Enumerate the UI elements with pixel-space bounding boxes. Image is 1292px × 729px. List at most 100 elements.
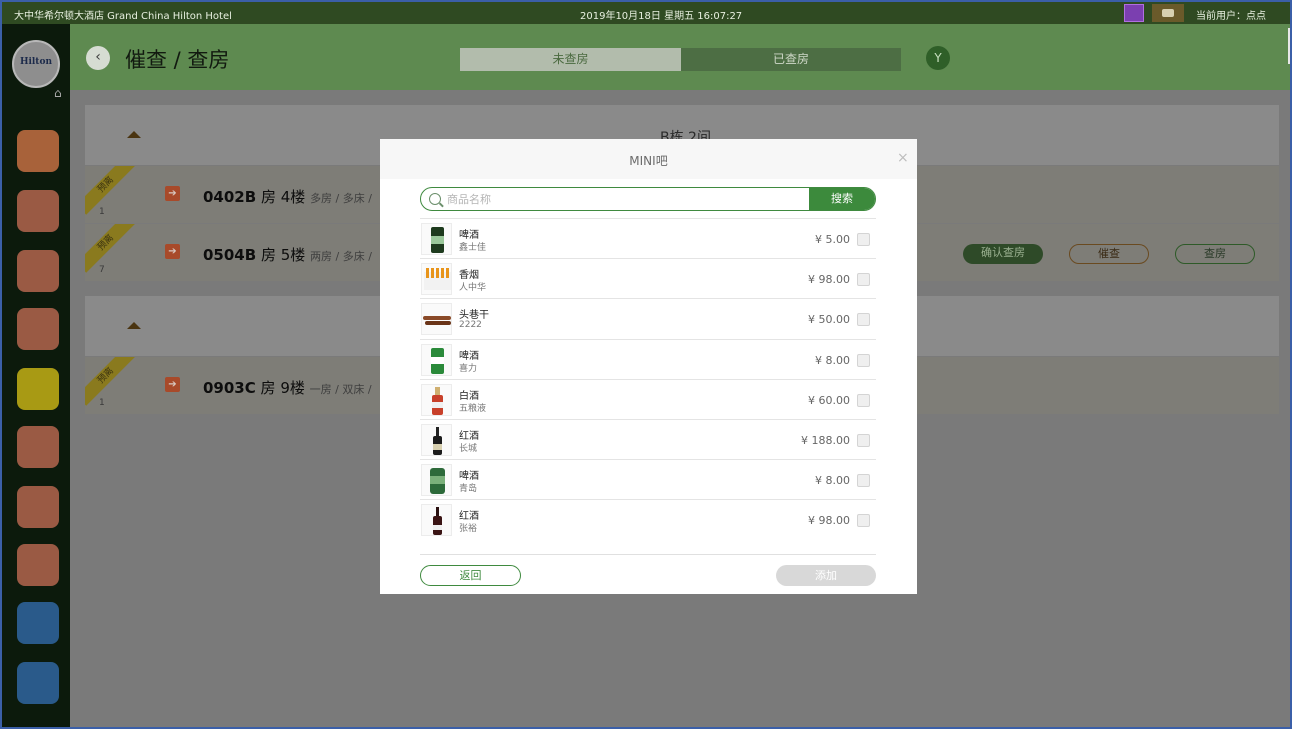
product-price: ¥ 98.00 bbox=[808, 273, 850, 287]
search-icon[interactable] bbox=[17, 130, 59, 172]
product-list: 啤酒 鑫士佳 ¥ 5.00 香烟 人中华 ¥ 98.00 头巷干 2222 ¥ 50.00 啤酒喜… bbox=[420, 218, 876, 540]
room-number: 0903C 房 9楼 一房 / 双床 / bbox=[203, 379, 372, 397]
product-checkbox[interactable] bbox=[857, 433, 870, 447]
lock-house-icon[interactable] bbox=[17, 250, 59, 292]
edit-icon[interactable] bbox=[17, 662, 59, 704]
status-ribbon: 预离 bbox=[85, 166, 137, 218]
room-number: 0402B 房 4楼 多房 / 多床 / bbox=[203, 188, 372, 206]
hilton-logo: Hilton bbox=[12, 40, 60, 88]
product-name: 红酒 bbox=[459, 430, 479, 442]
sidebar: Hilton ⌂ bbox=[2, 24, 70, 727]
refresh-clock-icon[interactable] bbox=[17, 368, 59, 410]
dialog-title: MINI吧 bbox=[629, 154, 668, 168]
product-checkbox[interactable] bbox=[857, 474, 870, 488]
staff-icon[interactable] bbox=[17, 602, 59, 644]
product-checkbox[interactable] bbox=[857, 273, 870, 287]
product-thumbnail bbox=[421, 383, 452, 416]
product-item[interactable]: 啤酒 鑫士佳 ¥ 5.00 bbox=[420, 218, 876, 258]
product-price: ¥ 50.00 bbox=[808, 313, 850, 327]
row-count: 1 bbox=[99, 207, 105, 217]
room-number: 0504B 房 5楼 两房 / 多床 / bbox=[203, 246, 372, 264]
scan-icon[interactable] bbox=[1124, 4, 1144, 22]
product-brand: 2222 bbox=[459, 320, 482, 331]
product-item[interactable]: 啤酒 青岛 ¥ 8.00 bbox=[420, 459, 876, 499]
row-count: 7 bbox=[99, 265, 105, 275]
product-name: 香烟 bbox=[459, 270, 479, 282]
hotel-name: 大中华希尔顿大酒店 Grand China Hilton Hotel bbox=[14, 11, 232, 22]
product-item[interactable]: 啤酒 喜力 ¥ 8.00 bbox=[420, 338, 876, 379]
system-bar: 大中华希尔顿大酒店 Grand China Hilton Hotel 2019年… bbox=[2, 2, 1290, 24]
back-button[interactable]: ‹ bbox=[86, 46, 110, 70]
close-icon[interactable]: × bbox=[897, 150, 909, 166]
product-name: 红酒 bbox=[459, 511, 479, 523]
product-price: ¥ 8.00 bbox=[815, 353, 850, 367]
product-item[interactable]: 红酒 张裕 ¥ 98.00 bbox=[420, 499, 876, 539]
product-name: 白酒 bbox=[459, 390, 479, 402]
product-item[interactable]: 头巷干 2222 ¥ 50.00 bbox=[420, 298, 876, 338]
page-title: 催查 / 查房 bbox=[125, 48, 230, 72]
tab-switch: 未查房 已查房 bbox=[460, 48, 901, 71]
product-price: ¥ 8.00 bbox=[815, 474, 850, 488]
home-icon[interactable]: ⌂ bbox=[54, 86, 62, 100]
current-user: 当前用户：点点 bbox=[1196, 11, 1266, 22]
dialog-header: MINI吧 × bbox=[380, 139, 917, 179]
message-icon[interactable] bbox=[1152, 4, 1184, 22]
divider bbox=[420, 554, 876, 555]
search-input[interactable] bbox=[447, 188, 809, 210]
product-thumbnail bbox=[421, 464, 452, 497]
product-brand: 五粮液 bbox=[459, 403, 487, 414]
check-room-button[interactable]: 查房 bbox=[1175, 244, 1255, 264]
product-checkbox[interactable] bbox=[857, 514, 870, 528]
product-thumbnail bbox=[421, 504, 452, 537]
product-checkbox[interactable] bbox=[857, 313, 870, 327]
product-brand: 青岛 bbox=[459, 484, 478, 495]
product-brand: 喜力 bbox=[459, 363, 478, 374]
product-price: ¥ 188.00 bbox=[801, 433, 850, 447]
product-brand: 长城 bbox=[459, 443, 478, 454]
product-brand: 鑫士佳 bbox=[459, 243, 487, 253]
card-reader-icon[interactable] bbox=[17, 308, 59, 350]
status-ribbon: 预离 bbox=[85, 357, 137, 409]
app-window: 大中华希尔顿大酒店 Grand China Hilton Hotel 2019年… bbox=[0, 0, 1292, 729]
collapse-caret-icon[interactable] bbox=[127, 322, 141, 329]
product-price: ¥ 5.00 bbox=[815, 233, 850, 246]
product-brand: 人中华 bbox=[459, 283, 487, 294]
scrollbar[interactable] bbox=[1288, 28, 1290, 64]
checklist-icon[interactable] bbox=[17, 426, 59, 468]
product-item[interactable]: 香烟 人中华 ¥ 98.00 bbox=[420, 258, 876, 298]
search-button[interactable]: 搜索 bbox=[809, 188, 875, 210]
minibar-dialog: MINI吧 × 搜索 啤酒 鑫士佳 ¥ 5.00 香烟人中华 ¥ 98.00 头巷干222… bbox=[380, 139, 917, 594]
search-icon bbox=[429, 193, 441, 205]
page-header: ‹ 催查 / 查房 未查房 已查房 Y bbox=[70, 24, 1290, 90]
status-ribbon: 预离 bbox=[85, 224, 137, 276]
search-bar: 搜索 bbox=[420, 187, 876, 211]
product-price: ¥ 60.00 bbox=[808, 393, 850, 407]
product-checkbox[interactable] bbox=[857, 353, 870, 367]
tab-unchecked[interactable]: 未查房 bbox=[460, 48, 681, 71]
product-item[interactable]: 红酒 长城 ¥ 188.00 bbox=[420, 418, 876, 459]
product-checkbox[interactable] bbox=[857, 393, 870, 407]
tab-checked[interactable]: 已查房 bbox=[681, 48, 901, 71]
product-thumbnail bbox=[421, 263, 452, 296]
product-name: 头巷干 bbox=[459, 310, 489, 322]
arrow-right-icon: ➔ bbox=[165, 186, 180, 201]
arrow-right-icon: ➔ bbox=[165, 377, 180, 392]
product-thumbnail bbox=[421, 423, 452, 456]
product-thumbnail bbox=[421, 303, 452, 336]
product-item[interactable]: 白酒 五粮液 ¥ 60.00 bbox=[420, 378, 876, 419]
add-button[interactable]: 添加 bbox=[776, 565, 876, 586]
product-thumbnail bbox=[421, 343, 452, 376]
product-checkbox[interactable] bbox=[857, 233, 870, 246]
check-envelope-icon[interactable] bbox=[17, 190, 59, 232]
room-grid-icon[interactable] bbox=[17, 486, 59, 528]
product-name: 啤酒 bbox=[459, 350, 479, 362]
return-button[interactable]: 返回 bbox=[420, 565, 521, 586]
row-count: 1 bbox=[99, 398, 105, 408]
urge-check-button[interactable]: 催查 bbox=[1069, 244, 1149, 264]
collapse-caret-icon[interactable] bbox=[127, 131, 141, 138]
confirm-check-button[interactable]: 确认查房 bbox=[963, 244, 1043, 264]
filter-icon[interactable]: Y bbox=[926, 46, 950, 70]
arrow-right-icon: ➔ bbox=[165, 244, 180, 259]
sliders-icon[interactable] bbox=[17, 544, 59, 586]
datetime: 2019年10月18日 星期五 16:07:27 bbox=[580, 11, 743, 22]
